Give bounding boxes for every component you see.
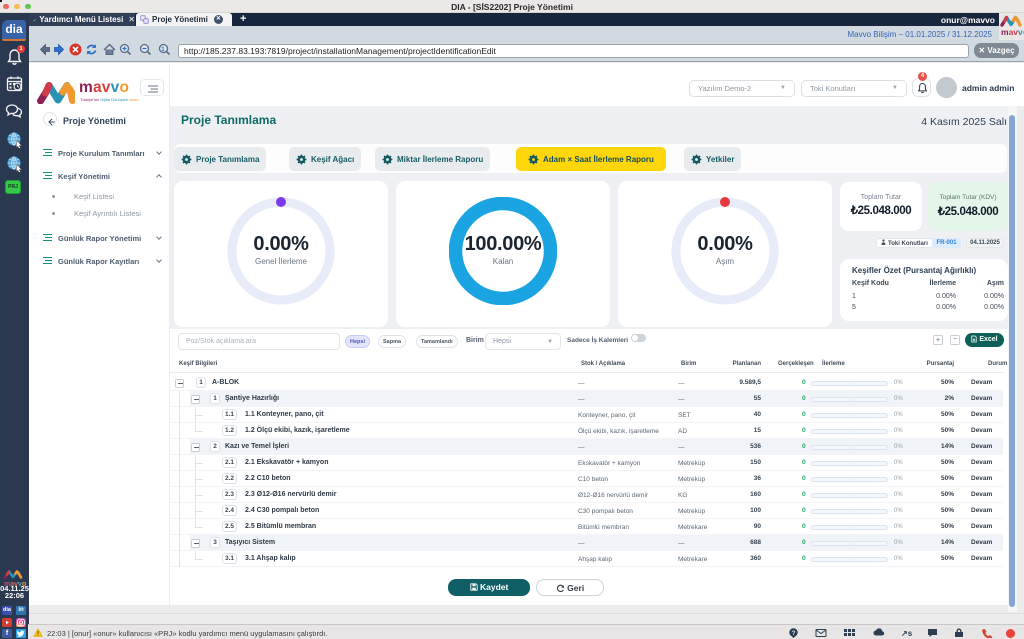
svg-text:mavvo: mavvo xyxy=(1001,27,1024,37)
svg-text:?: ? xyxy=(792,631,796,637)
svg-text:↗s: ↗s xyxy=(901,629,913,638)
